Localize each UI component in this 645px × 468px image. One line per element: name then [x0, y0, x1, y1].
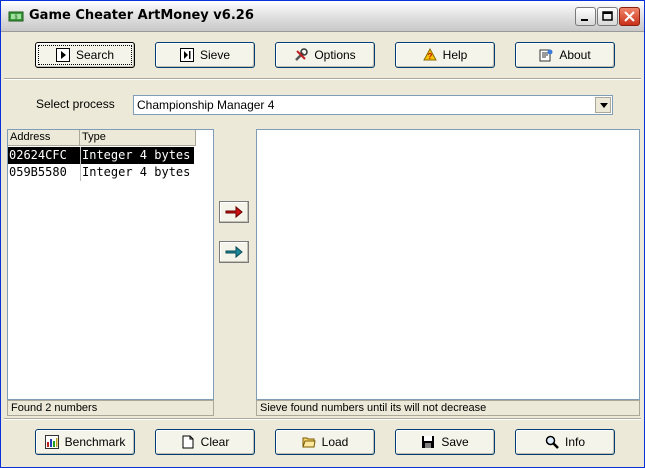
row-address: 02624CFC — [9, 148, 67, 162]
close-button[interactable] — [619, 7, 640, 26]
floppy-disk-icon — [422, 436, 435, 448]
close-icon — [624, 11, 635, 22]
svg-text:$: $ — [15, 15, 18, 21]
search-button[interactable]: Search — [35, 42, 135, 68]
minimize-button[interactable] — [575, 7, 596, 26]
title-bar[interactable]: $ Game Cheater ArtMoney v6.26 — [1, 1, 644, 32]
search-panel-icon — [55, 48, 70, 62]
column-divider — [80, 147, 81, 181]
blank-page-icon — [182, 435, 194, 449]
artmoney-window: $ Game Cheater ArtMoney v6.26 Search Sie… — [0, 0, 645, 468]
teal-arrow-right-icon — [225, 245, 243, 259]
list-item[interactable]: 059B5580 Integer 4 bytes — [8, 164, 194, 181]
maximize-button[interactable] — [597, 7, 618, 26]
benchmark-chart-icon — [44, 435, 59, 449]
client-area: Search Sieve Options ? Help About Select… — [4, 32, 641, 466]
move-all-button[interactable] — [219, 241, 249, 263]
about-info-icon — [539, 49, 553, 62]
benchmark-label: Benchmark — [64, 435, 126, 449]
search-results-list[interactable]: Address Type 02624CFC Integer 4 bytes 05… — [7, 129, 214, 400]
maximize-icon — [602, 11, 613, 21]
process-selected-value: Championship Manager 4 — [137, 98, 275, 112]
save-button[interactable]: Save — [395, 429, 495, 455]
table-status: Sieve found numbers until its will not d… — [256, 400, 640, 416]
select-process-label: Select process — [36, 97, 115, 111]
app-icon: $ — [8, 11, 24, 22]
table-pane[interactable] — [256, 129, 640, 400]
red-arrow-right-icon — [225, 205, 243, 219]
bottom-separator — [4, 418, 641, 420]
about-button[interactable]: About — [515, 42, 615, 68]
list-item[interactable]: 02624CFC Integer 4 bytes — [8, 147, 194, 164]
options-button[interactable]: Options — [275, 42, 375, 68]
transfer-panel — [214, 129, 255, 417]
sieve-panel-icon — [179, 48, 194, 62]
row-type: Integer 4 bytes — [82, 148, 191, 162]
clear-label: Clear — [200, 435, 230, 449]
info-button[interactable]: Info — [515, 429, 615, 455]
column-header-type[interactable]: Type — [80, 130, 196, 146]
tools-icon — [295, 48, 309, 61]
magnifier-icon — [545, 435, 559, 449]
search-label: Search — [75, 48, 115, 62]
row-address: 059B5580 — [9, 165, 67, 179]
load-button[interactable]: Load — [275, 429, 375, 455]
sieve-button[interactable]: Sieve — [155, 42, 255, 68]
column-header-address[interactable]: Address — [8, 130, 80, 146]
process-combobox[interactable]: Championship Manager 4 — [133, 95, 613, 115]
info-label: Info — [564, 435, 585, 449]
top-separator — [4, 78, 641, 80]
help-label: Help — [442, 48, 468, 62]
window-title: Game Cheater ArtMoney v6.26 — [29, 8, 254, 23]
clear-button[interactable]: Clear — [155, 429, 255, 455]
dropdown-arrow-icon[interactable] — [595, 97, 611, 113]
help-book-icon: ? — [422, 48, 437, 61]
row-type: Integer 4 bytes — [82, 165, 191, 179]
move-selected-button[interactable] — [219, 201, 249, 223]
options-label: Options — [314, 48, 356, 62]
help-button[interactable]: ? Help — [395, 42, 495, 68]
save-label: Save — [441, 435, 469, 449]
open-folder-icon — [301, 437, 316, 448]
minimize-icon — [581, 19, 588, 21]
svg-text:?: ? — [427, 52, 432, 61]
load-label: Load — [321, 435, 349, 449]
sieve-label: Sieve — [199, 48, 231, 62]
results-status: Found 2 numbers — [7, 400, 214, 416]
about-label: About — [559, 48, 591, 62]
benchmark-button[interactable]: Benchmark — [35, 429, 135, 455]
